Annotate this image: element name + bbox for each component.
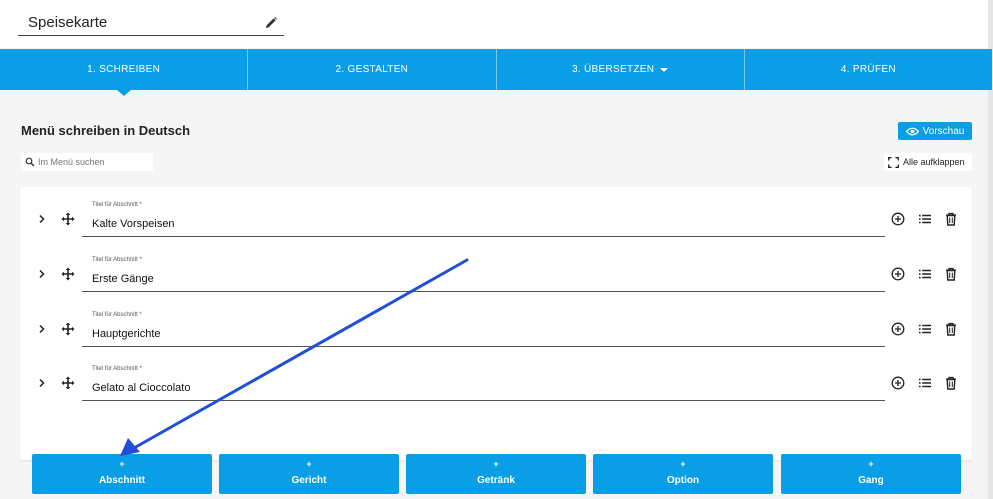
- add-drink-button[interactable]: + Getränk: [406, 454, 586, 494]
- trash-icon[interactable]: [944, 212, 958, 226]
- section-title-value[interactable]: Kalte Vorspeisen: [92, 218, 175, 230]
- add-section-button[interactable]: + Abschnitt: [32, 454, 212, 494]
- search-box[interactable]: [21, 153, 153, 171]
- add-circle-icon[interactable]: [891, 376, 905, 390]
- search-icon: [25, 157, 35, 167]
- expand-all-label: Alle aufklappen: [903, 157, 965, 167]
- add-button-label: Abschnitt: [98, 475, 146, 486]
- tab-label: 2. GESTALTEN: [335, 64, 409, 75]
- section-title-value[interactable]: Erste Gänge: [92, 273, 154, 285]
- sections-card: Titel für Abschnitt * Kalte Vorspeisen T…: [20, 187, 972, 460]
- list-icon[interactable]: [918, 322, 932, 336]
- plus-icon: +: [868, 459, 874, 469]
- menu-name-value[interactable]: Speisekarte: [28, 14, 107, 31]
- section-title-value[interactable]: Gelato al Cioccolato: [92, 382, 190, 394]
- section-title-value[interactable]: Hauptgerichte: [92, 328, 161, 340]
- move-icon[interactable]: [61, 376, 75, 390]
- caret-down-icon: [660, 67, 669, 72]
- trash-icon[interactable]: [944, 267, 958, 281]
- tab-schreiben[interactable]: 1. SCHREIBEN: [0, 49, 249, 96]
- search-input[interactable]: [38, 157, 148, 167]
- expand-icon: [888, 156, 899, 168]
- add-button-label: Gang: [858, 475, 884, 486]
- chevron-right-icon[interactable]: [37, 324, 47, 334]
- menu-name-field[interactable]: Speisekarte: [18, 12, 284, 36]
- add-dish-button[interactable]: + Gericht: [219, 454, 399, 494]
- top-bar: Speisekarte: [0, 0, 993, 48]
- list-icon[interactable]: [918, 267, 932, 281]
- tab-label: 1. SCHREIBEN: [87, 64, 161, 75]
- section-row: Titel für Abschnitt * Erste Gänge: [20, 257, 972, 297]
- add-course-button[interactable]: + Gang: [781, 454, 961, 494]
- add-button-label: Option: [666, 475, 700, 486]
- move-icon[interactable]: [61, 212, 75, 226]
- list-icon[interactable]: [918, 212, 932, 226]
- preview-label: Vorschau: [922, 125, 965, 137]
- list-icon[interactable]: [918, 376, 932, 390]
- section-row: Titel für Abschnitt * Kalte Vorspeisen: [20, 202, 972, 242]
- add-buttons: + Abschnitt + Gericht + Getränk + Option…: [32, 454, 962, 494]
- step-tabs: 1. SCHREIBEN 2. GESTALTEN 3. ÜBERSETZEN …: [0, 49, 992, 96]
- page-title: Menü schreiben in Deutsch: [21, 123, 191, 138]
- move-icon[interactable]: [61, 322, 75, 336]
- tab-gestalten[interactable]: 2. GESTALTEN: [248, 49, 497, 90]
- expand-all-button[interactable]: Alle aufklappen: [884, 153, 972, 171]
- add-option-button[interactable]: + Option: [593, 454, 773, 494]
- section-title-field[interactable]: Titel für Abschnitt * Hauptgerichte: [82, 312, 885, 347]
- plus-icon: +: [306, 459, 312, 469]
- trash-icon[interactable]: [944, 376, 958, 390]
- preview-button[interactable]: Vorschau: [898, 122, 972, 140]
- move-icon[interactable]: [61, 267, 75, 281]
- chevron-right-icon[interactable]: [37, 269, 47, 279]
- tab-label: 4. PRÜFEN: [840, 64, 896, 75]
- add-circle-icon[interactable]: [891, 212, 905, 226]
- chevron-right-icon[interactable]: [37, 378, 47, 388]
- field-label: Titel für Abschnitt *: [92, 257, 142, 263]
- add-button-label: Gericht: [291, 475, 327, 486]
- pencil-icon[interactable]: [264, 16, 278, 30]
- section-row: Titel für Abschnitt * Gelato al Cioccola…: [20, 366, 972, 406]
- field-label: Titel für Abschnitt *: [92, 202, 142, 208]
- add-button-label: Getränk: [477, 475, 515, 486]
- eye-icon: [905, 127, 919, 135]
- field-label: Titel für Abschnitt *: [92, 312, 142, 318]
- plus-icon: +: [493, 459, 499, 469]
- add-circle-icon[interactable]: [891, 322, 905, 336]
- plus-icon: +: [119, 459, 125, 469]
- tab-label: 3. ÜBERSETZEN: [572, 64, 655, 75]
- add-circle-icon[interactable]: [891, 267, 905, 281]
- trash-icon[interactable]: [944, 322, 958, 336]
- section-row: Titel für Abschnitt * Hauptgerichte: [20, 312, 972, 352]
- section-title-field[interactable]: Titel für Abschnitt * Gelato al Cioccola…: [82, 366, 885, 401]
- tab-uebersetzen[interactable]: 3. ÜBERSETZEN: [497, 49, 745, 90]
- section-title-field[interactable]: Titel für Abschnitt * Kalte Vorspeisen: [82, 202, 885, 237]
- chevron-right-icon[interactable]: [37, 214, 47, 224]
- section-title-field[interactable]: Titel für Abschnitt * Erste Gänge: [82, 257, 885, 292]
- field-label: Titel für Abschnitt *: [92, 366, 142, 372]
- plus-icon: +: [680, 459, 686, 469]
- tab-pruefen[interactable]: 4. PRÜFEN: [745, 49, 992, 90]
